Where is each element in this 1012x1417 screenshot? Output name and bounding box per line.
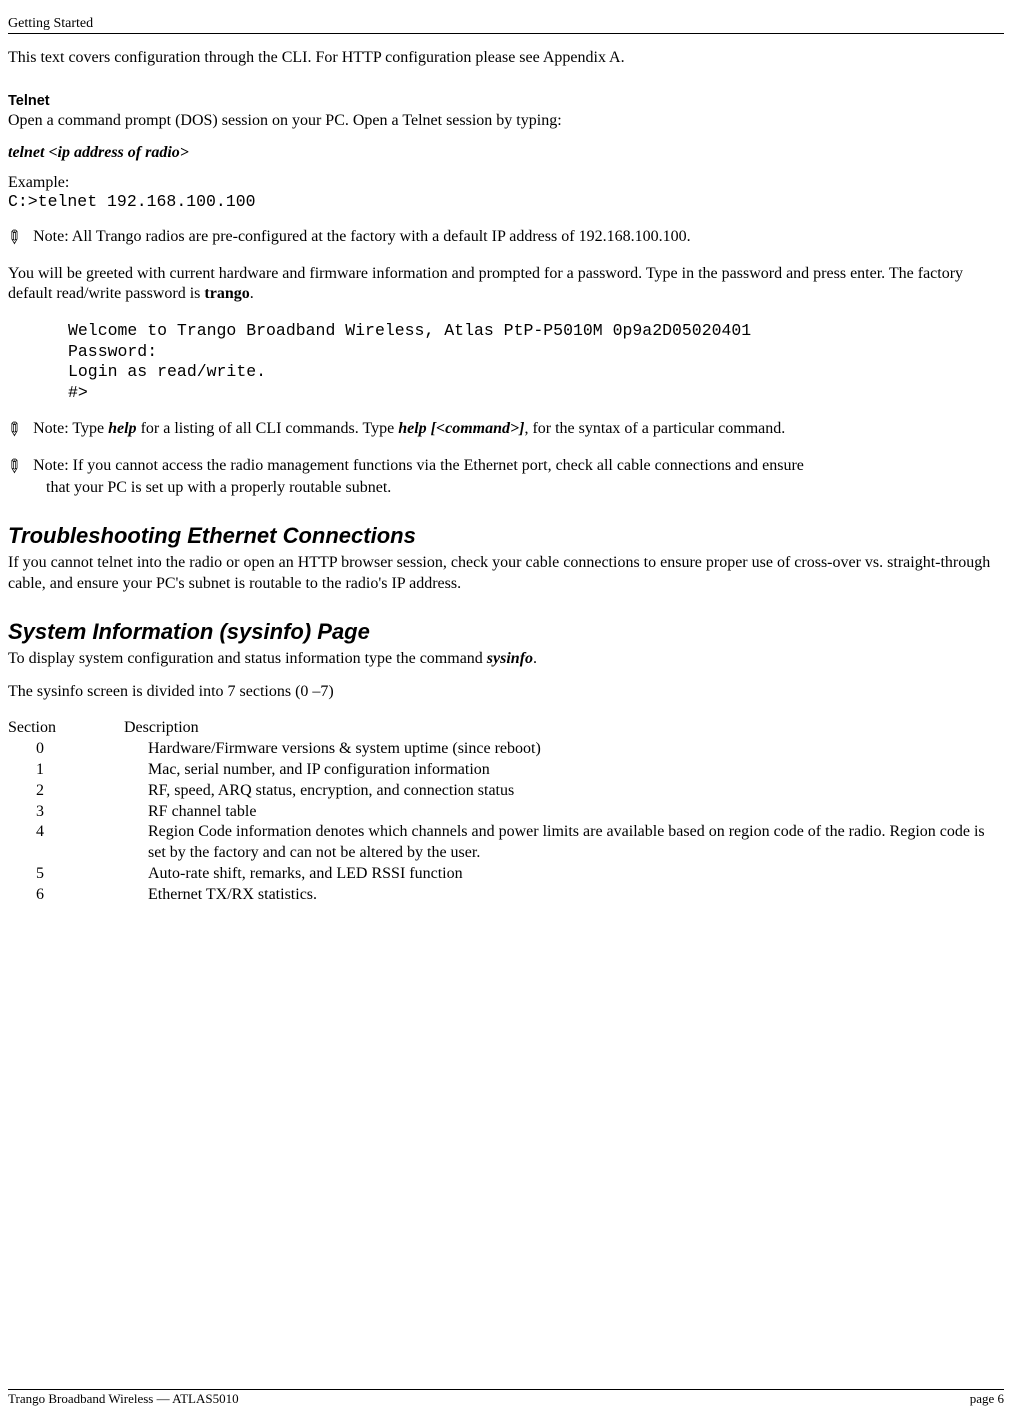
telnet-command-syntax: telnet <ip address of radio> <box>8 144 1004 162</box>
note-text: Note: All Trango radios are pre-configur… <box>33 228 690 245</box>
footer-left: Trango Broadband Wireless — ATLAS5010 <box>8 1391 239 1407</box>
list-row: 1Mac, serial number, and IP configuratio… <box>8 760 1004 781</box>
section-description: RF channel table <box>148 802 1004 823</box>
section-number: 4 <box>8 822 148 864</box>
pencil-icon: ✎ <box>2 416 29 443</box>
telnet-instruction: Open a command prompt (DOS) session on y… <box>8 111 1004 132</box>
section-number: 1 <box>8 760 148 781</box>
list-row: 2RF, speed, ARQ status, encryption, and … <box>8 781 1004 802</box>
page-header: Getting Started <box>8 14 1004 34</box>
section-description: Mac, serial number, and IP configuration… <box>148 760 1004 781</box>
sysinfo-line2: The sysinfo screen is divided into 7 sec… <box>8 682 1004 703</box>
section-description: Ethernet TX/RX statistics. <box>148 885 1004 906</box>
section-number: 2 <box>8 781 148 802</box>
password-instruction: You will be greeted with current hardwar… <box>8 264 1004 306</box>
list-row: 3RF channel table <box>8 802 1004 823</box>
section-number: 5 <box>8 864 148 885</box>
sysinfo-line1: To display system configuration and stat… <box>8 649 1004 670</box>
pencil-icon: ✎ <box>2 453 29 480</box>
example-command: C:>telnet 192.168.100.100 <box>8 192 1004 213</box>
example-label: Example: <box>8 174 1004 192</box>
intro-text: This text covers configuration through t… <box>8 48 1004 69</box>
footer-right: page 6 <box>970 1391 1004 1407</box>
sysinfo-heading: System Information (sysinfo) Page <box>8 619 1004 645</box>
pencil-icon: ✎ <box>2 224 29 251</box>
section-number: 0 <box>8 739 148 760</box>
section-number: 3 <box>8 802 148 823</box>
section-description: RF, speed, ARQ status, encryption, and c… <box>148 781 1004 802</box>
telnet-heading: Telnet <box>8 93 1004 109</box>
note-eth-text: Note: If you cannot access the radio man… <box>8 457 804 496</box>
note-ethernet-access: ✎ Note: If you cannot access the radio m… <box>8 455 1004 499</box>
section-description: Hardware/Firmware versions & system upti… <box>148 739 1004 760</box>
list-row: 6Ethernet TX/RX statistics. <box>8 885 1004 906</box>
section-description: Region Code information denotes which ch… <box>148 822 1004 864</box>
header-text: Getting Started <box>8 16 93 31</box>
section-number: 6 <box>8 885 148 906</box>
note-default-ip: ✎ Note: All Trango radios are pre-config… <box>8 226 1004 249</box>
list-header: Section Description <box>8 718 1004 739</box>
section-description: Auto-rate shift, remarks, and LED RSSI f… <box>148 864 1004 885</box>
col-header-description: Description <box>124 718 1004 739</box>
list-row: 5Auto-rate shift, remarks, and LED RSSI … <box>8 864 1004 885</box>
list-row: 0Hardware/Firmware versions & system upt… <box>8 739 1004 760</box>
troubleshoot-body: If you cannot telnet into the radio or o… <box>8 553 1004 595</box>
troubleshoot-heading: Troubleshooting Ethernet Connections <box>8 523 1004 549</box>
welcome-output: Welcome to Trango Broadband Wireless, At… <box>68 321 1004 404</box>
list-row: 4Region Code information denotes which c… <box>8 822 1004 864</box>
sysinfo-section-list: Section Description 0Hardware/Firmware v… <box>8 718 1004 905</box>
page-footer: Trango Broadband Wireless — ATLAS5010 pa… <box>8 1389 1004 1407</box>
note-help-command: ✎ Note: Type help for a listing of all C… <box>8 418 1004 441</box>
